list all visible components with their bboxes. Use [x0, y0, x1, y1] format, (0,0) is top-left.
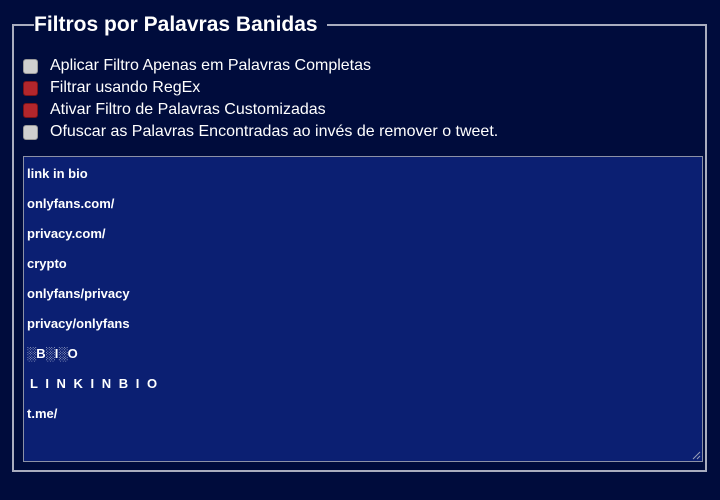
- banned-word-line: privacy.com/: [27, 226, 106, 241]
- banned-word-line: crypto: [27, 256, 67, 271]
- banned-word-line: onlyfans/privacy: [27, 286, 130, 301]
- fieldset-legend: Filtros por Palavras Banidas: [34, 11, 327, 39]
- banned-words-textarea[interactable]: link in bio onlyfans.com/ privacy.com/ c…: [23, 156, 703, 462]
- whole-words-label: Aplicar Filtro Apenas em Palavras Comple…: [50, 57, 372, 74]
- banned-word-line: onlyfans.com/: [27, 196, 115, 211]
- banned-word-line: privacy/onlyfans: [27, 316, 130, 331]
- option-obfuscate[interactable]: Ofuscar as Palavras Encontradas ao invés…: [23, 121, 498, 143]
- banned-word-line: link in bio: [27, 166, 88, 181]
- custom-words-label: Ativar Filtro de Palavras Customizadas: [50, 101, 326, 118]
- option-whole-words[interactable]: Aplicar Filtro Apenas em Palavras Comple…: [23, 55, 498, 77]
- regex-checkbox[interactable]: [23, 80, 38, 96]
- option-custom-words[interactable]: Ativar Filtro de Palavras Customizadas: [23, 99, 498, 121]
- option-regex[interactable]: Filtrar usando RegEx: [23, 77, 498, 99]
- whole-words-checkbox[interactable]: [23, 58, 38, 74]
- obfuscate-label: Ofuscar as Palavras Encontradas ao invés…: [50, 123, 499, 140]
- obfuscate-checkbox[interactable]: [23, 124, 38, 140]
- resize-grip-icon[interactable]: [691, 450, 701, 460]
- filter-options: Aplicar Filtro Apenas em Palavras Comple…: [23, 55, 498, 143]
- custom-words-checkbox[interactable]: [23, 102, 38, 118]
- banned-word-line: ░B░I░O: [27, 346, 78, 361]
- banned-word-line: L I N K I N B I O: [30, 376, 160, 391]
- regex-label: Filtrar usando RegEx: [50, 79, 201, 96]
- banned-word-line: t.me/: [27, 406, 58, 421]
